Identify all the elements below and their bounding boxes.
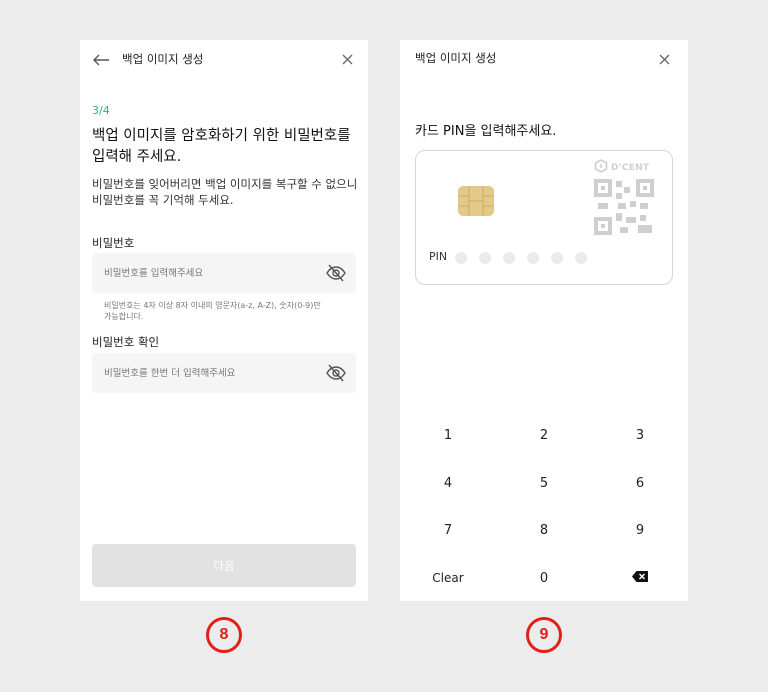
close-icon[interactable] bbox=[337, 49, 357, 69]
step-badge-9: 9 bbox=[526, 617, 562, 653]
pin-dots bbox=[455, 252, 587, 264]
confirm-field-wrapper bbox=[92, 353, 356, 393]
page-title-line2: 입력해 주세요. bbox=[92, 149, 182, 165]
close-icon[interactable] bbox=[654, 49, 674, 69]
step-indicator: 3/4 bbox=[92, 104, 110, 117]
confirm-password-label: 비밀번호 확인 bbox=[92, 335, 160, 349]
keypad-key-5[interactable]: 5 bbox=[504, 465, 584, 501]
keypad-key-7[interactable]: 7 bbox=[408, 512, 488, 548]
backspace-icon bbox=[632, 570, 648, 586]
card-illustration: D'CENT PIN bbox=[415, 150, 673, 285]
keypad-key-9[interactable]: 9 bbox=[600, 512, 680, 548]
header-title: 백업 이미지 생성 bbox=[122, 52, 204, 66]
keypad-key-6[interactable]: 6 bbox=[600, 465, 680, 501]
keypad-key-0[interactable]: 0 bbox=[504, 560, 584, 596]
keypad-backspace-button[interactable] bbox=[600, 560, 680, 596]
password-field-wrapper bbox=[92, 253, 356, 293]
keypad-key-4[interactable]: 4 bbox=[408, 465, 488, 501]
keypad-key-2[interactable]: 2 bbox=[504, 417, 584, 453]
password-label: 비밀번호 bbox=[92, 236, 135, 250]
pin-dot bbox=[479, 252, 491, 264]
eye-off-icon[interactable] bbox=[326, 263, 346, 283]
step-badge-8: 8 bbox=[206, 617, 242, 653]
card-chip-icon bbox=[458, 186, 494, 216]
card-pin-screen: 백업 이미지 생성 카드 PIN을 입력해주세요. D'CENT PIN 1 2… bbox=[400, 40, 688, 601]
page-description-line2: 비밀번호를 꼭 기억해 두세요. bbox=[92, 193, 234, 207]
password-hint: 비밀번호는 4자 이상 8자 이내의 영문자(a-z, A-Z), 숫자(0-9… bbox=[104, 300, 354, 322]
card-brand-text: D'CENT bbox=[611, 162, 650, 173]
page-title-line1: 백업 이미지를 암호화하기 위한 비밀번호를 bbox=[92, 128, 351, 144]
page-title: 카드 PIN을 입력해주세요. bbox=[415, 124, 557, 139]
password-input[interactable] bbox=[92, 253, 312, 293]
pin-dot bbox=[551, 252, 563, 264]
keypad-key-3[interactable]: 3 bbox=[600, 417, 680, 453]
back-arrow-icon[interactable] bbox=[91, 50, 111, 70]
page-title: 백업 이미지를 암호화하기 위한 비밀번호를 입력해 주세요. bbox=[92, 126, 362, 168]
next-button[interactable]: 다음 bbox=[92, 544, 356, 587]
qr-code-icon bbox=[594, 179, 654, 235]
header-title: 백업 이미지 생성 bbox=[415, 51, 497, 65]
password-hint-line1: 비밀번호는 4자 이상 8자 이내의 영문자(a-z, A-Z), 숫자(0-9… bbox=[104, 301, 321, 310]
page-description: 비밀번호를 잊어버리면 백업 이미지를 복구할 수 없으니 비밀번호를 꼭 기억… bbox=[92, 176, 362, 208]
pin-label: PIN bbox=[429, 250, 448, 263]
password-hint-line2: 가능합니다. bbox=[104, 312, 144, 321]
pin-dot bbox=[455, 252, 467, 264]
pin-dot bbox=[575, 252, 587, 264]
eye-off-icon[interactable] bbox=[326, 363, 346, 383]
password-setup-screen: 백업 이미지 생성 3/4 백업 이미지를 암호화하기 위한 비밀번호를 입력해… bbox=[80, 40, 368, 601]
page-description-line1: 비밀번호를 잊어버리면 백업 이미지를 복구할 수 없으니 bbox=[92, 177, 358, 191]
pin-dot bbox=[503, 252, 515, 264]
keypad-key-8[interactable]: 8 bbox=[504, 512, 584, 548]
confirm-password-input[interactable] bbox=[92, 353, 312, 393]
keypad-clear-button[interactable]: Clear bbox=[408, 560, 488, 596]
pin-dot bbox=[527, 252, 539, 264]
keypad-key-1[interactable]: 1 bbox=[408, 417, 488, 453]
card-brand: D'CENT bbox=[594, 159, 649, 176]
dcent-logo-icon bbox=[594, 159, 608, 176]
